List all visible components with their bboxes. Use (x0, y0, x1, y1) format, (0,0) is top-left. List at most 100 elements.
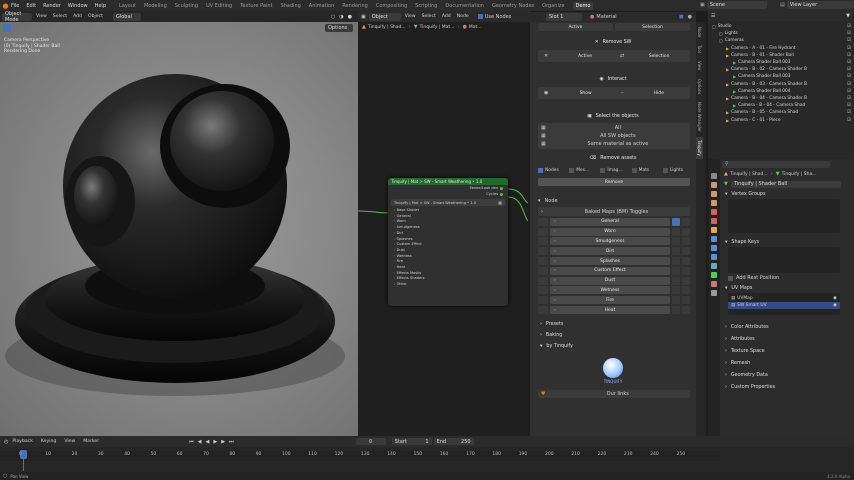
material-tab-icon[interactable] (711, 281, 717, 287)
visibility-checkbox-icon[interactable]: ☑ (847, 82, 851, 87)
blender-logo-icon[interactable]: ● (0, 0, 11, 11)
use-nodes-checkbox-icon[interactable] (477, 14, 483, 19)
visibility-checkbox-icon[interactable]: ☑ (847, 74, 851, 79)
uv-map-item[interactable]: ▦ SW Smart UV ◉ (728, 302, 840, 309)
tab-shading[interactable]: Shading (280, 3, 300, 9)
tab-layout[interactable]: Layout (119, 3, 136, 9)
select-same-material-row[interactable]: ▦ Same material as active (538, 140, 690, 148)
breadcrumb-item[interactable]: Tinquify | Sha... (782, 172, 817, 177)
timeline-menu-playback[interactable]: Playback (12, 439, 33, 444)
outliner-row[interactable]: ▶ Camera Shader Ball.003 ☑ (708, 73, 854, 80)
visibility-checkbox-icon[interactable]: ☑ (847, 31, 851, 36)
select-all-sw-row[interactable]: ▦ All SW objects (538, 132, 690, 140)
visibility-checkbox-icon[interactable]: ☑ (847, 46, 851, 51)
visibility-toggle[interactable] (538, 217, 548, 226)
panel-attributes[interactable]: › Attributes (720, 333, 854, 345)
outliner-row[interactable]: ▢ Lights ☑ (708, 30, 854, 37)
sidebar-tab-node-wrangler[interactable]: Node Wrangler (696, 99, 703, 135)
shield-icon[interactable]: ■ (679, 14, 684, 20)
asset-toggle-mats[interactable]: Mats (631, 167, 659, 173)
toggle-icon[interactable] (672, 237, 680, 246)
play-reverse-icon[interactable]: ◀ (205, 439, 209, 445)
settings-icon[interactable] (682, 257, 690, 266)
settings-icon[interactable] (682, 276, 690, 285)
toggle-icon[interactable] (672, 247, 680, 256)
properties-search[interactable]: ⚲ (722, 160, 830, 168)
select-all-sw-button[interactable]: All SW objects (546, 133, 690, 139)
outliner-row[interactable]: ▶ Camera Shader Ball.003 ☑ (708, 59, 854, 66)
end-frame-field[interactable]: End 250 (433, 438, 474, 445)
visibility-toggle[interactable] (538, 296, 548, 305)
remove-sw-selection-button[interactable]: Selection (628, 52, 690, 60)
our-links-button[interactable]: ♥ Our links (538, 389, 690, 398)
play-icon[interactable]: ▶ (213, 439, 217, 445)
timeline-menu-marker[interactable]: Marker (83, 439, 99, 444)
settings-icon[interactable] (682, 286, 690, 295)
tab-rendering[interactable]: Rendering (342, 3, 368, 9)
visibility-checkbox-icon[interactable]: ☑ (847, 103, 851, 108)
baked-map-splashes[interactable]: › Splashes (550, 257, 670, 266)
by-tinquify-panel[interactable]: ▾ by Tinquify (530, 341, 696, 352)
node-header[interactable]: Tinquify | Mat > SW - Smart Weathering •… (388, 178, 508, 185)
settings-icon[interactable] (682, 247, 690, 256)
physics-tab-icon[interactable] (711, 254, 717, 260)
checkbox-icon[interactable] (600, 167, 606, 173)
jump-start-icon[interactable]: ⏮ (189, 439, 194, 445)
sidebar-tab-view[interactable]: View (696, 58, 703, 74)
visibility-toggle[interactable] (538, 266, 548, 275)
add-rest-position-row[interactable]: Add Rest Position (720, 273, 854, 283)
baked-map-fire[interactable]: › Fire (550, 296, 670, 305)
node-panel-item[interactable]: › Other (388, 282, 508, 288)
render-tab-icon[interactable] (711, 182, 717, 188)
visibility-checkbox-icon[interactable]: ☑ (847, 60, 851, 65)
toggle-icon[interactable] (672, 296, 680, 305)
material-shading-icon[interactable]: ◑ (339, 14, 343, 20)
tab-organize[interactable]: Organize (542, 3, 564, 9)
use-nodes-toggle[interactable]: Use Nodes (477, 14, 511, 20)
outliner-row[interactable]: ▢ Cameras ☑ (708, 37, 854, 44)
menu-edit[interactable]: Edit (26, 3, 36, 9)
texture-tab-icon[interactable] (711, 290, 717, 296)
slot-dropdown[interactable]: Slot 1 (546, 13, 582, 21)
checkbox-icon[interactable] (662, 167, 668, 173)
visibility-checkbox-icon[interactable]: ☑ (847, 110, 851, 115)
active-button-top[interactable]: Active (538, 23, 613, 31)
sidebar-tab-tool[interactable]: Tool (696, 42, 703, 56)
visibility-toggle[interactable] (538, 306, 548, 315)
fake-user-icon[interactable]: ▦ (498, 200, 502, 205)
clock-icon[interactable]: ◴ (4, 439, 8, 445)
select-same-material-button[interactable]: Same material as active (546, 141, 690, 147)
current-frame-field[interactable]: 0 (355, 438, 386, 445)
visibility-toggle[interactable] (538, 286, 548, 295)
view-layer-field[interactable]: View Layer (786, 1, 854, 9)
shader-type-dropdown[interactable]: Object (368, 12, 401, 21)
sidebar-tab-tinquify[interactable]: Tinquify (696, 137, 703, 159)
timeline-menu-keying[interactable]: Keying (41, 439, 56, 444)
tab-demo[interactable]: Demo (572, 1, 594, 10)
outliner-row[interactable]: ▶ Camera - B - 04 - Camera Shad ☑ (708, 102, 854, 109)
outliner[interactable]: ☰ ▼ ▢ Studio ☑ ▢ Lights ☑ ▢ Cameras ☑ ▶ Camera - A… (708, 11, 854, 159)
settings-icon[interactable] (682, 237, 690, 246)
baked-map-worn[interactable]: › Worn (550, 227, 670, 236)
object-tab-icon[interactable] (711, 227, 717, 233)
uv-maps-list[interactable]: ▦ UVMap ◉ ▦ SW Smart UV ◉ (728, 293, 840, 315)
breadcrumb-item[interactable]: Mat... (469, 25, 482, 30)
baked-map-custom-effect[interactable]: › Custom Effect (550, 266, 670, 275)
baked-map-heat[interactable]: › Heat (550, 306, 670, 315)
visibility-toggle[interactable] (538, 237, 548, 246)
tab-scripting[interactable]: Scripting (415, 3, 437, 9)
vertex-groups-list[interactable] (728, 199, 840, 233)
timeline-menu-view[interactable]: View (64, 439, 75, 444)
panel-remesh[interactable]: › Remesh (720, 357, 854, 369)
panel-custom-properties[interactable]: › Custom Properties (720, 381, 854, 393)
node-menu-select[interactable]: Select (422, 14, 436, 19)
object-mode-dropdown[interactable]: Object Mode (2, 11, 32, 23)
pin-icon[interactable]: ● (688, 14, 692, 20)
tab-animation[interactable]: Animation (309, 3, 335, 9)
breadcrumb-item[interactable]: Tinquify | Mat... (420, 25, 455, 30)
node-section-header[interactable]: ▾ Node (538, 196, 690, 205)
visibility-checkbox-icon[interactable]: ☑ (847, 38, 851, 43)
node-menu-view[interactable]: View (405, 14, 416, 19)
node-menu-node[interactable]: Node (457, 14, 469, 19)
checkbox-icon[interactable] (569, 167, 575, 173)
